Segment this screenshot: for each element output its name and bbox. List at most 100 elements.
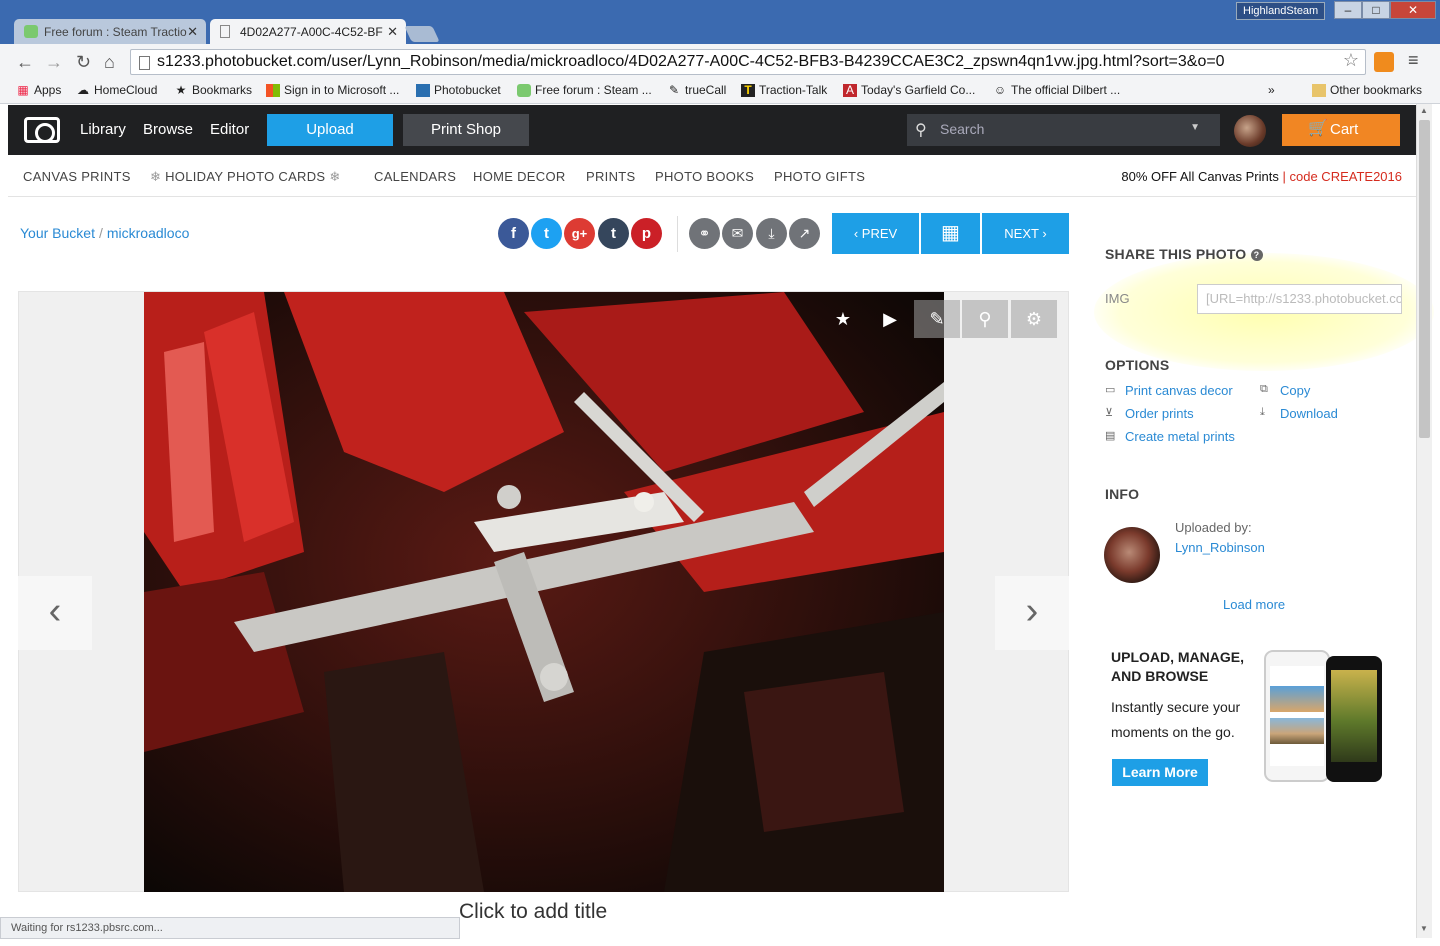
search-input[interactable]: ⚲ Search ▼: [907, 114, 1220, 146]
category-prints[interactable]: PRINTS: [586, 169, 635, 184]
other-bookmarks[interactable]: Other bookmarks: [1312, 83, 1422, 97]
link-icon[interactable]: ⚭: [689, 218, 720, 249]
forward-icon[interactable]: →: [45, 52, 63, 73]
browser-chrome: Free forum : Steam Tractio ✕ 4D02A277-A0…: [0, 0, 1440, 104]
option-download[interactable]: ⤓ Download: [1260, 406, 1338, 421]
option-print-canvas[interactable]: ▭ Print canvas decor: [1105, 383, 1233, 398]
email-icon[interactable]: ✉: [722, 218, 753, 249]
cloud-icon: ☁: [77, 83, 89, 97]
upload-button[interactable]: Upload: [267, 114, 393, 146]
bookmark-microsoft[interactable]: Sign in to Microsoft ...: [266, 83, 399, 97]
download-icon[interactable]: ⤓: [756, 218, 787, 249]
site-header: Library Browse Editor Upload Print Shop …: [8, 105, 1416, 155]
next-photo-arrow-icon[interactable]: ›: [995, 576, 1069, 650]
scroll-thumb[interactable]: [1419, 120, 1430, 438]
favorite-star-icon[interactable]: ★: [820, 300, 866, 338]
copy-icon: ⧉: [1260, 383, 1268, 395]
category-photo-gifts[interactable]: PHOTO GIFTS: [774, 169, 865, 184]
twitter-icon[interactable]: t: [531, 218, 562, 249]
extension-icon[interactable]: [1374, 52, 1394, 72]
google-plus-icon[interactable]: g+: [564, 218, 595, 249]
close-tab-icon[interactable]: ✕: [187, 24, 198, 40]
share-icon[interactable]: ↗: [789, 218, 820, 249]
edit-icon[interactable]: ✎: [914, 300, 960, 338]
category-canvas-prints[interactable]: CANVAS PRINTS: [23, 169, 131, 184]
tab-label: 4D02A277-A00C-4C52-BF: [240, 25, 383, 39]
nav-browse[interactable]: Browse: [143, 121, 193, 138]
add-title-field[interactable]: Click to add title: [459, 900, 607, 924]
bookmark-traction-talk[interactable]: T Traction-Talk: [741, 83, 827, 97]
star-icon[interactable]: ☆: [1343, 50, 1359, 71]
new-tab-button[interactable]: [404, 26, 440, 42]
uploader-avatar[interactable]: [1104, 527, 1160, 583]
option-copy[interactable]: ⧉ Copy: [1260, 383, 1310, 398]
print-shop-button[interactable]: Print Shop: [403, 114, 529, 146]
zoom-icon[interactable]: ⚲: [962, 300, 1008, 338]
help-icon[interactable]: ?: [1250, 249, 1263, 261]
menu-icon[interactable]: ≡: [1408, 50, 1419, 71]
address-bar[interactable]: s1233.photobucket.com/user/Lynn_Robinson…: [130, 49, 1366, 75]
bookmark-truecall[interactable]: ✎ trueCall: [667, 83, 726, 97]
bookmark-forum[interactable]: Free forum : Steam ...: [517, 83, 652, 97]
photo[interactable]: [144, 292, 944, 892]
garfield-icon: A: [843, 84, 857, 97]
pinterest-icon[interactable]: p: [631, 218, 662, 249]
nav-library[interactable]: Library: [80, 121, 126, 138]
uploader-name-link[interactable]: Lynn_Robinson: [1175, 540, 1265, 555]
bookmarks-overflow[interactable]: »: [1268, 83, 1275, 97]
option-metal-prints[interactable]: ▤ Create metal prints: [1105, 429, 1235, 444]
learn-more-button[interactable]: Learn More: [1112, 759, 1208, 786]
avatar[interactable]: [1234, 115, 1266, 147]
gear-icon[interactable]: ⚙: [1011, 300, 1057, 338]
bookmark-garfield[interactable]: A Today's Garfield Co...: [843, 83, 975, 97]
bookmark-dilbert[interactable]: ☺ The official Dilbert ...: [993, 83, 1120, 97]
grid-view-icon[interactable]: ▦: [921, 213, 980, 254]
options-heading: OPTIONS: [1105, 357, 1170, 373]
phone-image: [1326, 656, 1382, 782]
reload-icon[interactable]: ↻: [76, 52, 91, 73]
img-label: IMG: [1105, 291, 1130, 306]
breadcrumb-album[interactable]: mickroadloco: [107, 225, 189, 241]
facebook-icon[interactable]: f: [498, 218, 529, 249]
slideshow-icon[interactable]: ▶: [867, 300, 913, 338]
img-code-field[interactable]: [URL=http://s1233.photobucket.com/user/L…: [1197, 284, 1402, 314]
uploaded-by-label: Uploaded by:: [1175, 520, 1252, 535]
category-calendars[interactable]: CALENDARS: [374, 169, 456, 184]
bookmarks-bar: ▦ Apps ☁ HomeCloud ★ Bookmarks Sign in to M…: [0, 80, 1440, 104]
tumblr-icon[interactable]: t: [598, 218, 629, 249]
tab-forum[interactable]: Free forum : Steam Tractio ✕: [14, 19, 206, 45]
back-icon[interactable]: ←: [16, 52, 34, 73]
close-tab-icon[interactable]: ✕: [387, 24, 398, 40]
bookmark-apps[interactable]: ▦ Apps: [16, 83, 61, 97]
scroll-down-icon[interactable]: ▼: [1420, 924, 1428, 933]
category-photo-books[interactable]: PHOTO BOOKS: [655, 169, 754, 184]
maximize-button[interactable]: □: [1362, 1, 1390, 19]
category-holiday-photo-cards[interactable]: ❄ HOLIDAY PHOTO CARDS ❄: [150, 169, 341, 185]
page-icon: [220, 25, 230, 38]
photo-image: [144, 292, 944, 892]
camera-logo-icon[interactable]: [24, 117, 60, 143]
prev-button[interactable]: ‹ PREV: [832, 213, 919, 254]
breadcrumb-root[interactable]: Your Bucket: [20, 225, 95, 241]
scroll-up-icon[interactable]: ▲: [1420, 106, 1428, 115]
promo-banner[interactable]: 80% OFF All Canvas Prints | code CREATE2…: [1121, 169, 1402, 184]
minimize-button[interactable]: –: [1334, 1, 1362, 19]
category-home-decor[interactable]: HOME DECOR: [473, 169, 566, 184]
close-window-button[interactable]: ✕: [1390, 1, 1436, 19]
chevron-down-icon[interactable]: ▼: [1190, 122, 1200, 133]
next-button[interactable]: NEXT ›: [982, 213, 1069, 254]
bookmark-homecloud[interactable]: ☁ HomeCloud: [76, 83, 157, 97]
home-icon[interactable]: ⌂: [104, 52, 115, 73]
bookmark-photobucket[interactable]: Photobucket: [416, 83, 501, 97]
option-order-prints[interactable]: ⊻ Order prints: [1105, 406, 1194, 421]
load-more-link[interactable]: Load more: [1223, 597, 1285, 612]
browser-toolbar: ← → ↻ ⌂ s1233.photobucket.com/user/Lynn_…: [0, 44, 1440, 80]
scrollbar[interactable]: ▲ ▼: [1416, 104, 1432, 938]
bookmark-bookmarks[interactable]: ★ Bookmarks: [174, 83, 252, 97]
cart-button[interactable]: 🛒 Cart: [1282, 114, 1400, 146]
tab-photobucket[interactable]: 4D02A277-A00C-4C52-BF ✕: [210, 19, 406, 45]
prev-photo-arrow-icon[interactable]: ‹: [18, 576, 92, 650]
phone-image: [1264, 650, 1330, 782]
nav-editor[interactable]: Editor: [210, 121, 249, 138]
profile-name[interactable]: HighlandSteam: [1236, 2, 1326, 20]
